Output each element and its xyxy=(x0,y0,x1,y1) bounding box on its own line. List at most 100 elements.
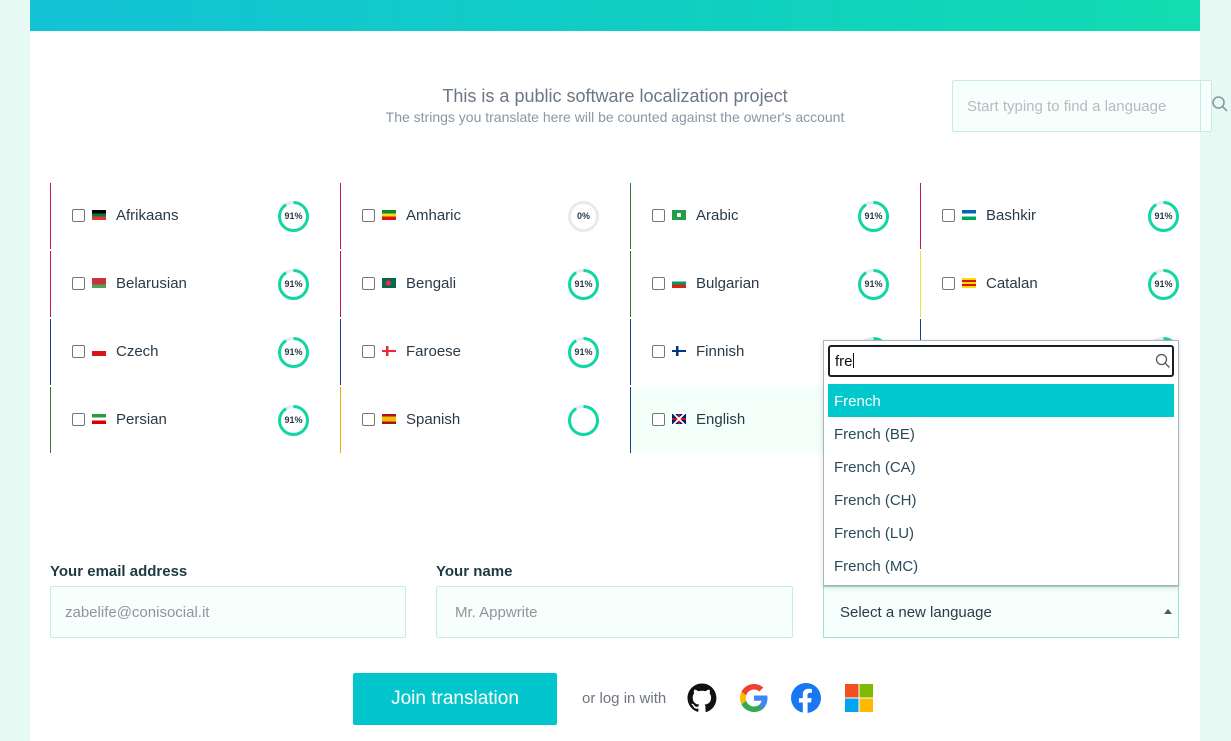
page-title: This is a public software localization p… xyxy=(442,86,788,106)
progress-ring xyxy=(568,405,599,436)
language-checkbox[interactable] xyxy=(72,209,85,222)
flag-icon xyxy=(962,210,976,220)
language-name: Finnish xyxy=(696,343,745,360)
search-icon[interactable] xyxy=(1211,95,1229,113)
language-checkbox[interactable] xyxy=(942,277,955,290)
language-name: Bulgarian xyxy=(696,275,760,292)
language-item[interactable]: Persian 91% xyxy=(50,387,340,453)
github-icon[interactable] xyxy=(686,682,718,714)
language-checkbox[interactable] xyxy=(652,345,665,358)
flag-icon xyxy=(382,278,396,288)
language-item[interactable]: Arabic 91% xyxy=(630,183,920,249)
search-icon xyxy=(1155,353,1170,368)
flag-icon xyxy=(672,210,686,220)
flag-icon xyxy=(92,346,106,356)
dropdown-option[interactable]: French (LU) xyxy=(828,516,1174,549)
language-search[interactable]: Start typing to find a language xyxy=(952,80,1228,132)
language-checkbox[interactable] xyxy=(652,209,665,222)
progress-percent: 91% xyxy=(284,279,303,289)
language-item[interactable]: Bashkir 91% xyxy=(920,183,1210,249)
search-divider xyxy=(1200,81,1201,131)
name-placeholder: Mr. Appwrite xyxy=(455,604,538,621)
language-checkbox[interactable] xyxy=(72,277,85,290)
language-name: Bashkir xyxy=(986,207,1037,224)
language-item[interactable]: Czech 91% xyxy=(50,319,340,385)
language-name: Bengali xyxy=(406,275,457,292)
language-name: Faroese xyxy=(406,343,462,360)
main-card: This is a public software localization p… xyxy=(30,31,1228,741)
language-name: Afrikaans xyxy=(116,207,179,224)
progress-percent: 91% xyxy=(864,279,883,289)
language-checkbox[interactable] xyxy=(942,209,955,222)
language-name: Catalan xyxy=(986,275,1038,292)
language-item[interactable]: Bulgarian 91% xyxy=(630,251,920,317)
flag-icon xyxy=(672,278,686,288)
email-label: Your email address xyxy=(50,563,188,580)
email-placeholder: zabelife@conisocial.it xyxy=(65,604,210,621)
page-subtitle: The strings you translate here will be c… xyxy=(385,109,845,125)
name-field[interactable]: Mr. Appwrite xyxy=(436,586,793,638)
facebook-icon[interactable] xyxy=(790,682,822,714)
language-item[interactable]: Catalan 91% xyxy=(920,251,1210,317)
language-item[interactable]: Bengali 91% xyxy=(340,251,630,317)
flag-icon xyxy=(672,346,686,356)
language-name: Amharic xyxy=(406,207,462,224)
progress-percent: 91% xyxy=(574,279,593,289)
dropdown-option[interactable]: French (MC) xyxy=(828,549,1174,582)
name-label: Your name xyxy=(436,563,513,580)
language-name: Czech xyxy=(116,343,159,360)
progress-percent: 91% xyxy=(1154,279,1173,289)
or-log-in-text: or log in with xyxy=(582,690,667,707)
progress-percent: 91% xyxy=(574,347,593,357)
flag-icon xyxy=(382,414,396,424)
header-banner xyxy=(30,0,1200,31)
project-heading: This is a public software localization p… xyxy=(370,86,860,125)
language-item[interactable]: Belarusian 91% xyxy=(50,251,340,317)
language-dropdown: fre French French (BE) French (CA) French (… xyxy=(823,340,1179,586)
dropdown-query: fre xyxy=(835,353,853,370)
language-checkbox[interactable] xyxy=(652,413,665,426)
language-name: Arabic xyxy=(696,207,739,224)
google-icon[interactable] xyxy=(738,682,770,714)
language-item[interactable]: Afrikaans 91% xyxy=(50,183,340,249)
language-select[interactable]: Select a new language xyxy=(823,586,1179,638)
language-item[interactable]: Spanish xyxy=(340,387,630,453)
progress-percent: 0% xyxy=(576,211,590,221)
progress-percent: 91% xyxy=(864,211,883,221)
language-checkbox[interactable] xyxy=(362,345,375,358)
email-field[interactable]: zabelife@conisocial.it xyxy=(50,586,406,638)
caret-up-icon xyxy=(1164,609,1172,614)
language-checkbox[interactable] xyxy=(362,277,375,290)
language-item[interactable]: Faroese 91% xyxy=(340,319,630,385)
dropdown-search-input[interactable]: fre xyxy=(828,345,1174,377)
join-translation-button[interactable]: Join translation xyxy=(353,673,557,725)
dropdown-option[interactable]: French (CA) xyxy=(828,450,1174,483)
dropdown-option[interactable]: French (CH) xyxy=(828,483,1174,516)
language-checkbox[interactable] xyxy=(362,209,375,222)
microsoft-icon[interactable] xyxy=(843,682,875,714)
dropdown-option[interactable]: French xyxy=(828,384,1174,417)
flag-icon xyxy=(382,210,396,220)
flag-icon xyxy=(92,210,106,220)
language-item[interactable]: Amharic 0% xyxy=(340,183,630,249)
progress-percent: 91% xyxy=(1154,211,1173,221)
language-name: Persian xyxy=(116,411,167,428)
language-name: English xyxy=(696,411,746,428)
flag-icon xyxy=(92,278,106,288)
flag-icon xyxy=(92,414,106,424)
search-placeholder: Start typing to find a language xyxy=(967,98,1167,115)
language-checkbox[interactable] xyxy=(72,345,85,358)
language-name: Spanish xyxy=(406,411,461,428)
text-cursor xyxy=(852,353,854,368)
progress-percent: 91% xyxy=(284,415,303,425)
progress-percent: 91% xyxy=(284,347,303,357)
language-name: Belarusian xyxy=(116,275,187,292)
select-value: Select a new language xyxy=(840,604,992,621)
flag-icon xyxy=(962,278,976,288)
language-checkbox[interactable] xyxy=(652,277,665,290)
progress-percent: 91% xyxy=(284,211,303,221)
language-checkbox[interactable] xyxy=(362,413,375,426)
flag-icon xyxy=(672,414,686,424)
language-checkbox[interactable] xyxy=(72,413,85,426)
dropdown-option[interactable]: French (BE) xyxy=(828,417,1174,450)
